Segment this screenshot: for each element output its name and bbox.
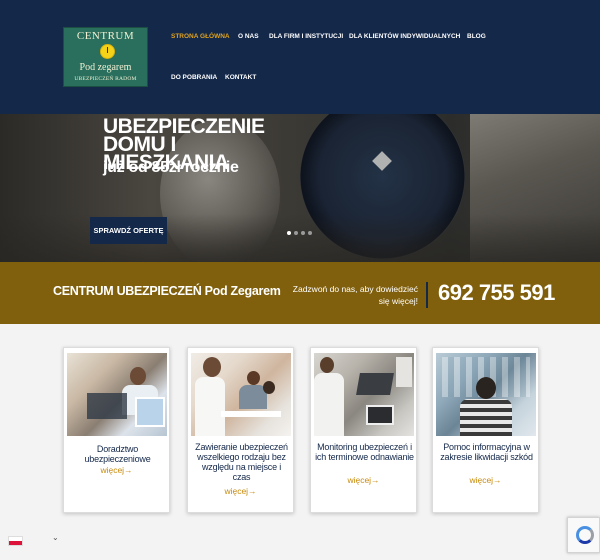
- chevron-down-icon[interactable]: ⌄: [52, 533, 59, 542]
- phone-number-link[interactable]: 692 755 591: [438, 280, 555, 306]
- hero-subtitle: już od 85zł rocznie: [103, 159, 239, 176]
- logo-line3: UBEZPIECZEŃ RADOM: [74, 76, 137, 82]
- call-to-action-text: Zadzwoń do nas, aby dowiedzieć się więce…: [292, 284, 418, 306]
- card-more-link-contracts[interactable]: więcej→: [188, 486, 293, 496]
- recaptcha-icon: [576, 526, 594, 544]
- monitoring-photo: [314, 353, 414, 436]
- slider-dot-2[interactable]: [294, 231, 298, 235]
- card-title-monitoring: Monitoring ubezpieczeń i ich terminowe o…: [315, 442, 414, 462]
- nav-item-business[interactable]: DLA FIRM I INSTYTUCJI: [269, 33, 343, 40]
- nav-item-about[interactable]: O NAS: [238, 33, 259, 40]
- nav-item-individual[interactable]: DLA KLIENTÓW INDYWIDUALNYCH: [349, 33, 460, 40]
- contracts-photo: [191, 353, 291, 436]
- service-card-contracts[interactable]: Zawieranie ubezpieczeń wszelkiego rodzaj…: [187, 347, 294, 513]
- card-title-contracts: Zawieranie ubezpieczeń wszelkiego rodzaj…: [195, 442, 288, 482]
- site-header: CENTRUM Pod zegarem UBEZPIECZEŃ RADOM ST…: [0, 0, 600, 114]
- slider-dot-3[interactable]: [301, 231, 305, 235]
- nav-item-downloads[interactable]: DO POBRANIA: [171, 74, 217, 81]
- card-more-link-claims[interactable]: więcej→: [433, 475, 538, 485]
- service-card-claims[interactable]: Pomoc informacyjna w zakresie likwidacji…: [432, 347, 539, 513]
- card-title-claims: Pomoc informacyjna w zakresie likwidacji…: [440, 442, 533, 462]
- clock-icon: [100, 44, 115, 59]
- logo-line1: CENTRUM: [76, 30, 135, 42]
- band-divider: [426, 282, 428, 308]
- check-offer-button[interactable]: SPRAWDŹ OFERTĘ: [90, 217, 167, 244]
- company-name: CENTRUM UBEZPIECZEŃ Pod Zegarem: [53, 284, 281, 298]
- card-more-link-advisory[interactable]: więcej→: [64, 465, 169, 475]
- nav-item-home[interactable]: STRONA GŁÓWNA: [171, 33, 230, 40]
- recaptcha-badge[interactable]: [567, 517, 600, 553]
- poland-flag-icon[interactable]: [8, 536, 23, 546]
- logo-line2: Pod zegarem: [79, 62, 132, 73]
- slider-dot-1[interactable]: [287, 231, 291, 235]
- nav-item-blog[interactable]: BLOG: [467, 33, 486, 40]
- advisory-photo: [67, 353, 167, 436]
- service-card-monitoring[interactable]: Monitoring ubezpieczeń i ich terminowe o…: [310, 347, 417, 513]
- service-card-advisory[interactable]: Doradztwo ubezpieczeniowe więcej→: [63, 347, 170, 513]
- card-more-link-monitoring[interactable]: więcej→: [311, 475, 416, 485]
- claims-photo: [436, 353, 536, 436]
- nav-item-contact[interactable]: KONTAKT: [225, 74, 256, 81]
- site-logo[interactable]: CENTRUM Pod zegarem UBEZPIECZEŃ RADOM: [63, 27, 148, 87]
- card-title-advisory: Doradztwo ubezpieczeniowe: [84, 444, 151, 464]
- slider-dot-4[interactable]: [308, 231, 312, 235]
